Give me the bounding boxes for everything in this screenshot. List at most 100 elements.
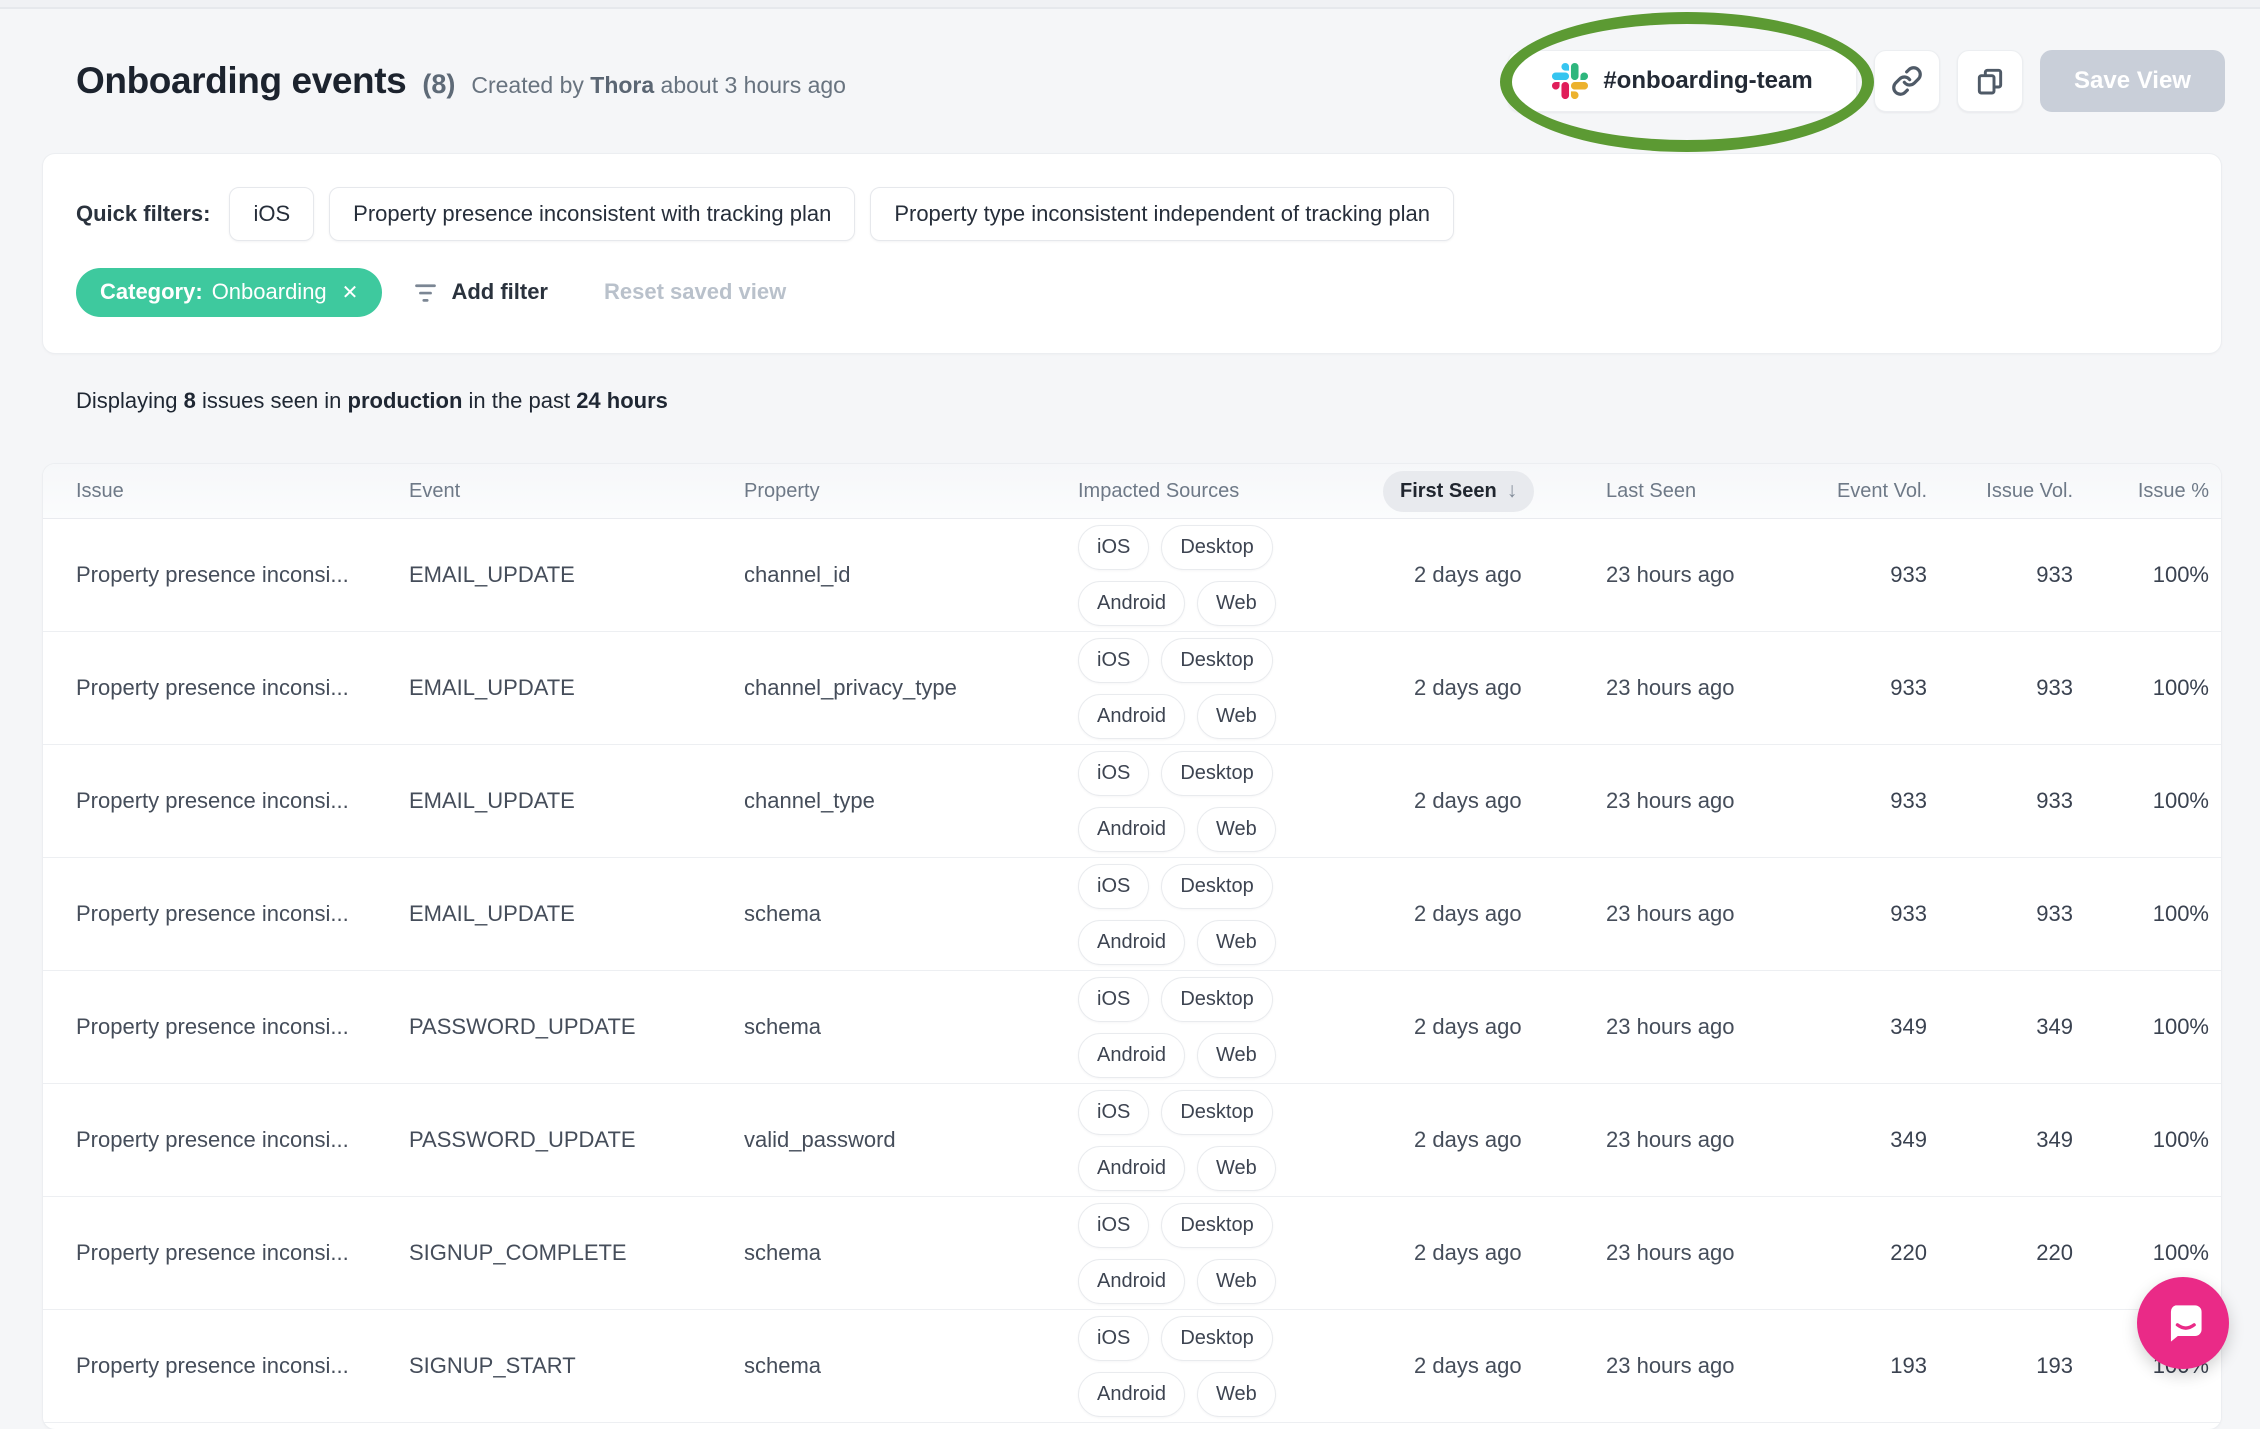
chat-bubble-icon [2157, 1297, 2209, 1349]
source-chip: Android [1078, 1258, 1185, 1304]
table-row[interactable]: Property presence inconsi... EMAIL_UPDAT… [43, 858, 2221, 971]
sources-cell: iOS Desktop Android Web [1078, 524, 1400, 626]
sources-cell: iOS Desktop Android Web [1078, 1202, 1400, 1304]
last-seen-cell: 23 hours ago [1606, 562, 1735, 587]
source-chip: Web [1196, 580, 1276, 626]
first-seen-label: First Seen [1400, 479, 1497, 502]
column-header-first-seen[interactable]: First Seen ↓ [1383, 470, 1606, 512]
table-row[interactable]: Property presence inconsi... SIGNUP_COMP… [43, 1197, 2221, 1310]
property-cell: channel_type [744, 788, 875, 813]
source-chip: Web [1196, 1145, 1276, 1191]
property-cell: schema [744, 1014, 822, 1039]
summary-environment: production [347, 388, 463, 413]
column-header-issue-vol[interactable]: Issue Vol. [1927, 480, 2073, 503]
source-chip: Android [1078, 580, 1185, 626]
event-cell: PASSWORD_UPDATE [409, 1014, 636, 1039]
table-row[interactable]: Property presence inconsi... EMAIL_UPDAT… [43, 632, 2221, 745]
sources-cell: iOS Desktop Android Web [1078, 863, 1400, 965]
active-filters-row: Category: Onboarding ✕ Add filter Reset … [76, 267, 786, 317]
last-seen-cell: 23 hours ago [1606, 788, 1735, 813]
table-body: Property presence inconsi... EMAIL_UPDAT… [43, 519, 2221, 1423]
source-chip: Android [1078, 1145, 1185, 1191]
issue-cell: Property presence inconsi... [76, 1014, 349, 1039]
first-seen-cell: 2 days ago [1414, 901, 1522, 926]
source-chip: Desktop [1161, 750, 1273, 796]
sources-cell: iOS Desktop Android Web [1078, 637, 1400, 739]
source-chip: iOS [1078, 750, 1150, 796]
add-filter-label: Add filter [451, 279, 548, 304]
table-row[interactable]: Property presence inconsi... SIGNUP_STAR… [43, 1310, 2221, 1423]
event-cell: EMAIL_UPDATE [409, 901, 575, 926]
event-vol-cell: 349 [1890, 1014, 1927, 1039]
reset-saved-view-button[interactable]: Reset saved view [604, 279, 786, 305]
created-by-time: about 3 hours ago [660, 72, 846, 98]
event-vol-cell: 193 [1890, 1353, 1927, 1378]
issue-cell: Property presence inconsi... [76, 1240, 349, 1265]
first-seen-cell: 2 days ago [1414, 1240, 1522, 1265]
copy-link-button[interactable] [1874, 50, 1940, 112]
first-seen-cell: 2 days ago [1414, 1353, 1522, 1378]
source-chip: iOS [1078, 863, 1150, 909]
quick-filter-ios[interactable]: iOS [229, 187, 315, 241]
quick-filter-property-type[interactable]: Property type inconsistent independent o… [870, 187, 1454, 241]
created-by-prefix: Created by [471, 72, 584, 98]
column-header-event-vol[interactable]: Event Vol. [1786, 480, 1927, 503]
filter-lines-icon [412, 279, 439, 306]
chat-widget-button[interactable] [2137, 1277, 2229, 1369]
column-header-property[interactable]: Property [744, 480, 1078, 503]
copy-icon [1974, 65, 2006, 97]
issue-vol-cell: 933 [2036, 562, 2073, 587]
table-row[interactable]: Property presence inconsi... EMAIL_UPDAT… [43, 745, 2221, 858]
summary-mid2: in the past [468, 388, 571, 413]
event-vol-cell: 933 [1890, 675, 1927, 700]
first-seen-sort-pill[interactable]: First Seen ↓ [1383, 470, 1535, 512]
first-seen-cell: 2 days ago [1414, 788, 1522, 813]
property-cell: schema [744, 1353, 822, 1378]
property-cell: valid_password [744, 1127, 896, 1152]
issue-pct-cell: 100% [2152, 1127, 2209, 1152]
issue-pct-cell: 100% [2152, 562, 2209, 587]
last-seen-cell: 23 hours ago [1606, 1240, 1735, 1265]
duplicate-view-button[interactable] [1957, 50, 2023, 112]
column-header-last-seen[interactable]: Last Seen [1606, 480, 1786, 503]
column-header-impacted-sources[interactable]: Impacted Sources [1078, 480, 1400, 503]
column-header-issue-pct[interactable]: Issue % [2073, 480, 2209, 503]
category-filter-chip[interactable]: Category: Onboarding ✕ [76, 267, 383, 317]
add-filter-button[interactable]: Add filter [412, 279, 548, 306]
remove-filter-icon[interactable]: ✕ [342, 280, 359, 305]
event-cell: SIGNUP_START [409, 1353, 576, 1378]
save-view-button[interactable]: Save View [2040, 50, 2225, 112]
slack-icon [1552, 63, 1589, 99]
quick-filter-property-presence[interactable]: Property presence inconsistent with trac… [329, 187, 856, 241]
source-chip: Web [1196, 919, 1276, 965]
last-seen-cell: 23 hours ago [1606, 901, 1735, 926]
issue-vol-cell: 933 [2036, 675, 2073, 700]
source-chip: iOS [1078, 1089, 1150, 1135]
column-header-event[interactable]: Event [409, 480, 744, 503]
source-chip: Web [1196, 1258, 1276, 1304]
table-row[interactable]: Property presence inconsi... PASSWORD_UP… [43, 971, 2221, 1084]
issue-pct-cell: 100% [2152, 675, 2209, 700]
title-group: Onboarding events (8) Created by Thora a… [76, 60, 846, 102]
issues-table: Issue Event Property Impacted Sources Fi… [43, 464, 2221, 1429]
issue-pct-cell: 100% [2152, 1240, 2209, 1265]
issue-cell: Property presence inconsi... [76, 1353, 349, 1378]
header-actions: #onboarding-team Save View [1508, 50, 2225, 112]
issue-cell: Property presence inconsi... [76, 1127, 349, 1152]
source-chip: iOS [1078, 1202, 1150, 1248]
sort-desc-arrow-icon: ↓ [1506, 479, 1518, 502]
issue-vol-cell: 349 [2036, 1127, 2073, 1152]
event-cell: EMAIL_UPDATE [409, 675, 575, 700]
sources-cell: iOS Desktop Android Web [1078, 976, 1400, 1078]
source-chip: Android [1078, 1032, 1185, 1078]
category-filter-value: Onboarding [211, 279, 327, 304]
source-chip: Android [1078, 806, 1185, 852]
first-seen-cell: 2 days ago [1414, 562, 1522, 587]
issue-vol-cell: 933 [2036, 901, 2073, 926]
slack-channel-button[interactable]: #onboarding-team [1508, 50, 1857, 112]
column-header-issue[interactable]: Issue [76, 480, 409, 503]
summary-time-range: 24 hours [576, 388, 668, 413]
table-row[interactable]: Property presence inconsi... EMAIL_UPDAT… [43, 519, 2221, 632]
table-row[interactable]: Property presence inconsi... PASSWORD_UP… [43, 1084, 2221, 1197]
issue-cell: Property presence inconsi... [76, 562, 349, 587]
